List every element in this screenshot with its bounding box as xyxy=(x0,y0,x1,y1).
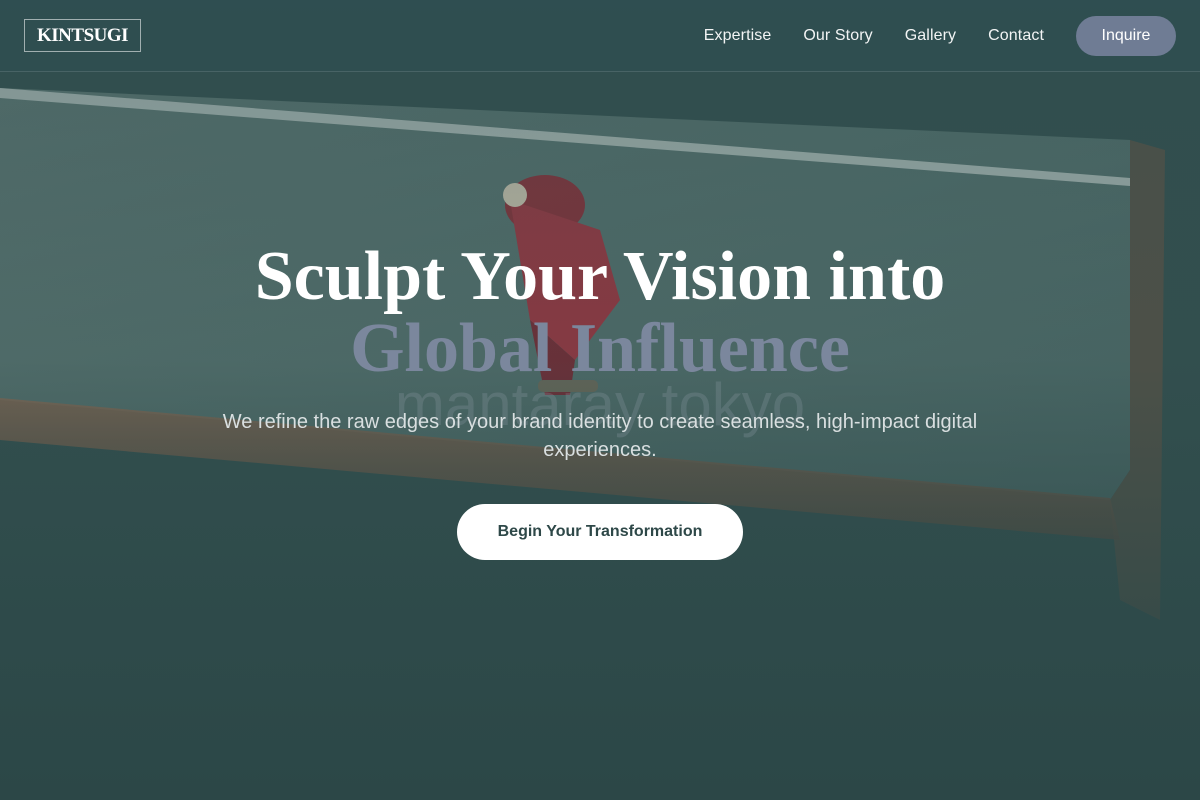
nav-link-gallery[interactable]: Gallery xyxy=(905,27,956,45)
nav-link-our-story[interactable]: Our Story xyxy=(803,27,872,45)
begin-transformation-button[interactable]: Begin Your Transformation xyxy=(457,504,743,560)
hero-subtitle: We refine the raw edges of your brand id… xyxy=(222,411,978,461)
site-logo[interactable]: KINTSUGI xyxy=(24,19,142,52)
inquire-button[interactable]: Inquire xyxy=(1076,15,1176,56)
site-header: KINTSUGI Expertise Our Story Gallery Con… xyxy=(0,0,1200,72)
main-nav: Expertise Our Story Gallery Contact Inqu… xyxy=(704,15,1176,56)
nav-link-contact[interactable]: Contact xyxy=(988,27,1044,45)
hero-headline-line2: Global Influence xyxy=(350,310,850,387)
hero-headline-line1: Sculpt Your Vision into xyxy=(254,238,946,315)
nav-link-expertise[interactable]: Expertise xyxy=(704,27,772,45)
hero-section: KINTSUGI Expertise Our Story Gallery Con… xyxy=(0,0,1200,800)
